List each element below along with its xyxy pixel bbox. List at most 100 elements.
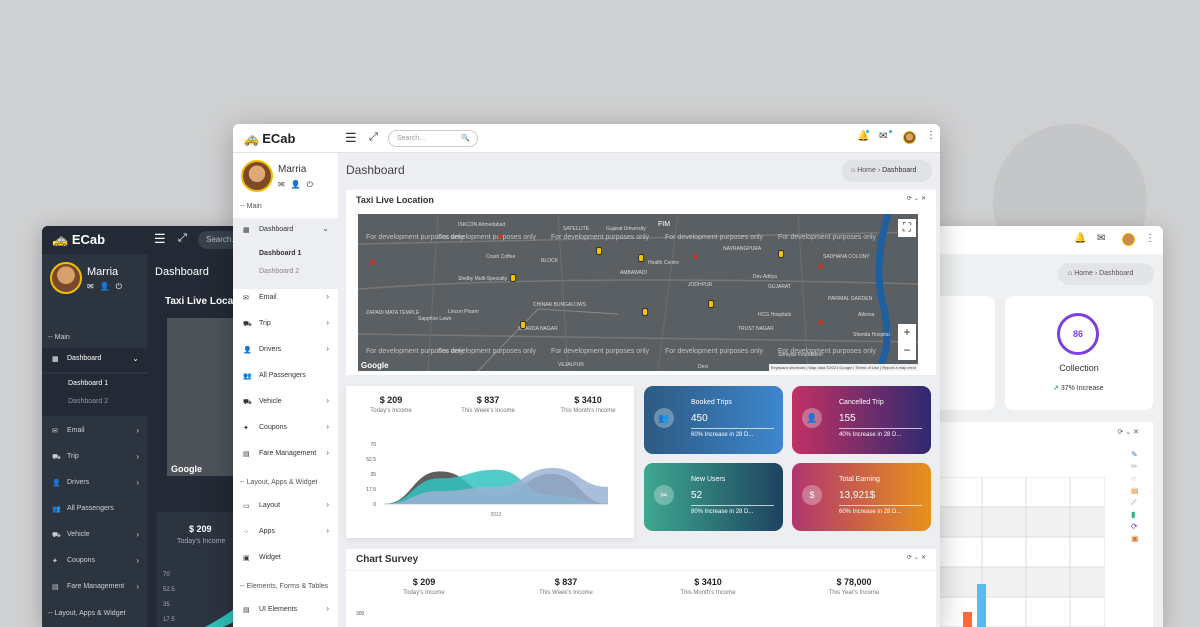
sidebar-item-fare-management[interactable]: ▤ Fare Management ›: [233, 442, 338, 468]
sidebar-item-ui-elements[interactable]: ▤ UI Elements ›: [233, 598, 338, 624]
card-tools[interactable]: ⟳⌄✕: [907, 195, 928, 202]
sidebar-item-widget[interactable]: ▣ Widget: [233, 546, 338, 572]
cancelled-trip-card[interactable]: 👤 Cancelled Trip 155 40% Increase in 28 …: [792, 386, 931, 454]
save-icon[interactable]: ▣: [1131, 534, 1139, 543]
breadcrumb-home[interactable]: Home: [857, 167, 876, 174]
dark-google-logo: Google: [171, 464, 202, 474]
right-chart-panel: ⟳ ⌄ ✕ ✎ ✏ ○ ▤ ⟋ ▮ ⟳ ▣: [925, 422, 1153, 627]
mail-icon[interactable]: ✉: [87, 282, 100, 291]
zoom-icon[interactable]: ○: [1131, 474, 1136, 483]
stat-desc: 60% Increase in 28 D...: [691, 432, 754, 438]
bell-icon[interactable]: 🔔: [1074, 233, 1086, 244]
line-chart-icon[interactable]: ⟋: [1131, 498, 1137, 508]
map-label: Shelby Multi-Specialty: [458, 276, 508, 282]
sidebar-item-trip[interactable]: ⛟ Trip ›: [233, 312, 338, 338]
panel-tools[interactable]: ⟳ ⌄ ✕: [1118, 428, 1140, 436]
search-icon[interactable]: 🔍: [461, 134, 470, 142]
taxi-marker[interactable]: [520, 321, 526, 329]
taxi-marker[interactable]: [708, 300, 714, 308]
fullscreen-button[interactable]: ⛶: [898, 219, 916, 237]
logo[interactable]: 🚕 ECab: [243, 131, 295, 147]
sidebar-item-dashboard[interactable]: ▦ Dashboard ⌄: [233, 218, 338, 244]
power-icon[interactable]: ⏻: [307, 180, 319, 189]
collection-increase-text: 37% Increase: [1060, 385, 1104, 392]
dark-nav-drivers[interactable]: 👤 Drivers ›: [42, 472, 147, 496]
new-users-card[interactable]: ✂ New Users 52 80% Increase in 28 D...: [644, 463, 783, 531]
home-icon: ⌂: [851, 167, 856, 174]
dark-nav-vehicle[interactable]: ⛟ Vehicle ›: [42, 524, 147, 548]
expand-icon[interactable]: ⤢: [178, 232, 187, 245]
dark-nav-trip[interactable]: ⛟ Trip ›: [42, 446, 147, 470]
dark-nav-coupons[interactable]: ✦ Coupons ›: [42, 550, 147, 574]
dark-sub-dashboard1[interactable]: Dashboard 1: [68, 380, 108, 387]
stat-progress: [839, 428, 922, 429]
doc-icon[interactable]: ▤: [1131, 486, 1139, 495]
dark-brand-name: ECab: [71, 232, 106, 247]
mail-icon[interactable]: ✉: [278, 180, 291, 189]
card-tools[interactable]: ⟳⌄✕: [907, 554, 928, 561]
sidebar-item-label: All Passengers: [259, 372, 306, 379]
taxi-marker[interactable]: [642, 308, 648, 316]
user-icon[interactable]: 👤: [100, 282, 116, 291]
sidebar-item-dashboard-2[interactable]: Dashboard 2: [259, 268, 299, 275]
map-label: AMBAWADI: [620, 270, 647, 276]
user-icon: 👤: [52, 480, 61, 487]
total-earning-card[interactable]: $ Total Earning 13,921$ 60% Increase in …: [792, 463, 931, 531]
taxi-marker[interactable]: [638, 254, 644, 262]
map-watermark: For development purposes only: [665, 348, 764, 355]
bar-chart-icon[interactable]: ▮: [1131, 510, 1135, 519]
brush-icon[interactable]: ✎: [1131, 450, 1138, 459]
dark-user-icons: ✉👤⏻: [87, 282, 128, 292]
hamburger-icon[interactable]: ☰: [345, 130, 357, 146]
dark-sidebar: Marria ✉👤⏻ -- Main ▦ Dashboard ⌄ Dashboard…: [42, 254, 147, 627]
sidebar-item-layout[interactable]: ▭ Layout ›: [233, 494, 338, 520]
dark-nav-passengers[interactable]: 👥 All Passengers: [42, 498, 147, 522]
sidebar-item-label: Apps: [259, 528, 275, 535]
mail-icon[interactable]: ✉: [879, 131, 887, 142]
sidebar-item-email[interactable]: ✉ Email ›: [233, 286, 338, 312]
hamburger-icon[interactable]: ☰: [154, 231, 166, 247]
booked-trips-card[interactable]: 👥 Booked Trips 450 60% Increase in 28 D.…: [644, 386, 783, 454]
user-icon[interactable]: 👤: [291, 180, 307, 189]
mail-icon[interactable]: ✉: [1097, 233, 1105, 244]
sidebar-item-coupons[interactable]: ✦ Coupons ›: [233, 416, 338, 442]
sidebar-item-drivers[interactable]: 👤 Drivers ›: [233, 338, 338, 364]
dark-nav-fare[interactable]: ▤ Fare Management ›: [42, 576, 147, 600]
zoom-in-button[interactable]: +: [898, 324, 916, 342]
taxi-marker[interactable]: [510, 274, 516, 282]
taxi-marker[interactable]: [778, 250, 784, 258]
main-content: Dashboard ⌂ Home › Dashboard Taxi Live L…: [338, 153, 940, 627]
section-main: -- Main: [240, 203, 262, 210]
live-map[interactable]: For development purposes only For develo…: [358, 214, 918, 371]
sidebar-item-apps[interactable]: ⁘ Apps ›: [233, 520, 338, 546]
more-icon[interactable]: ⋮: [1145, 233, 1155, 244]
sidebar-item-passengers[interactable]: 👥 All Passengers: [233, 364, 338, 390]
avatar[interactable]: [1122, 233, 1135, 246]
header-avatar[interactable]: [903, 131, 916, 144]
dark-nav-email[interactable]: ✉ Email ›: [42, 420, 147, 444]
survey-week-value: $ 837: [554, 577, 578, 587]
chevron-right-icon: ›: [136, 556, 139, 565]
dark-nav-dashboard[interactable]: ▦ Dashboard ⌄: [42, 348, 147, 372]
vehicle-icon: ⛟: [243, 399, 252, 406]
fare-icon: ▤: [52, 584, 59, 591]
pencil-icon[interactable]: ✏: [1131, 462, 1138, 471]
power-icon[interactable]: ⏻: [116, 282, 128, 291]
sidebar-item-dashboard-1[interactable]: Dashboard 1: [259, 250, 301, 257]
map-label: GUJARAT: [768, 284, 791, 290]
map-label: BLOCK: [541, 258, 558, 264]
dark-sub-dashboard2[interactable]: Dashboard 2: [68, 398, 108, 405]
expand-icon[interactable]: ⤢: [369, 131, 378, 144]
sidebar-item-vehicle[interactable]: ⛟ Vehicle ›: [233, 390, 338, 416]
more-icon[interactable]: ⋮: [926, 130, 936, 141]
map-label: VEJALPUR: [558, 362, 584, 368]
dark-section-layout: -- Layout, Apps & Widget: [48, 610, 126, 617]
search-input[interactable]: Search... 🔍: [388, 130, 478, 147]
survey-year-value: $ 78,000: [836, 577, 872, 587]
stat-value: 52: [691, 490, 703, 501]
zoom-out-button[interactable]: −: [898, 342, 916, 360]
right-breadcrumb-home[interactable]: Home: [1074, 270, 1093, 277]
taxi-marker[interactable]: [596, 247, 602, 255]
main-window: 🚕 ECab ☰ ⤢ Search... 🔍 🔔 ✉ ⋮ Marria ✉👤⏻ --…: [233, 124, 940, 627]
refresh-icon[interactable]: ⟳: [1131, 522, 1138, 531]
